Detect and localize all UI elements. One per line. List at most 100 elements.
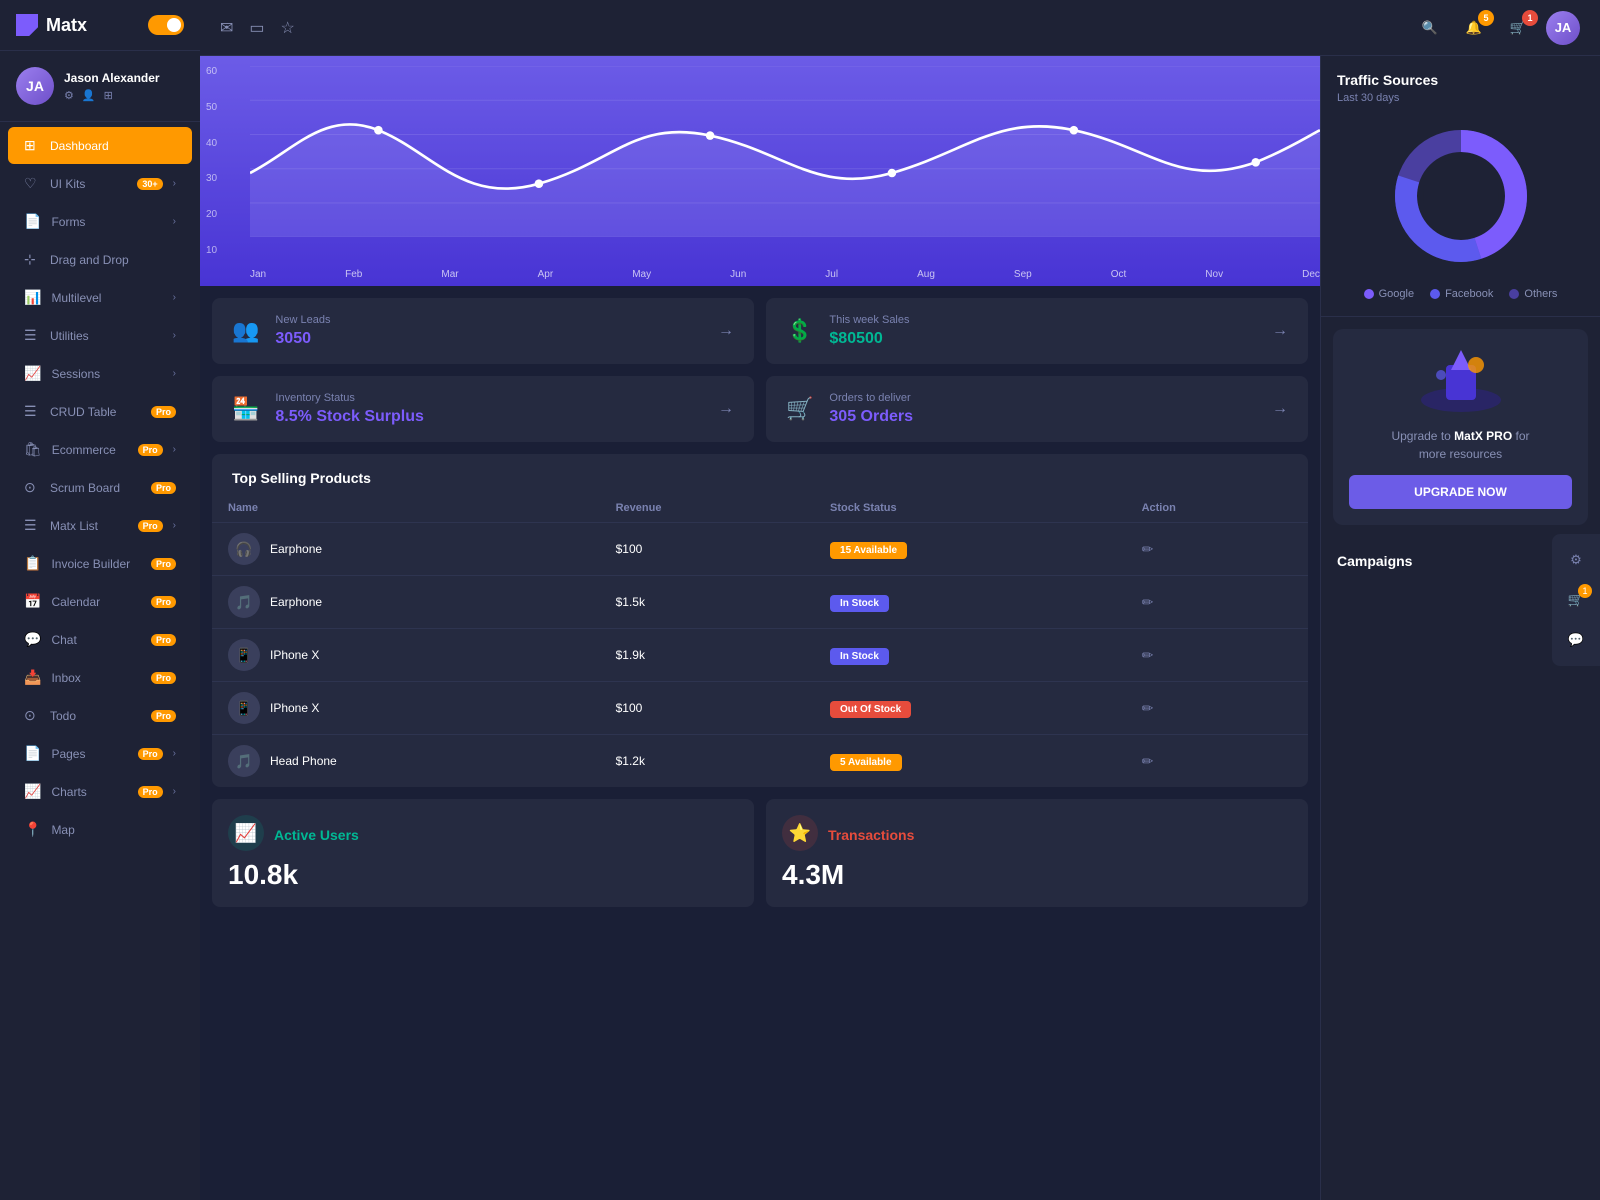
product-avatar: 🎵 bbox=[228, 586, 260, 618]
product-cell-inner: 🎵 Head Phone bbox=[228, 745, 584, 777]
notification-button[interactable]: 🔔 5 bbox=[1458, 12, 1490, 44]
stat-value: 305 Orders bbox=[829, 408, 1256, 426]
sidebar-item-scrumboard[interactable]: ⊙ Scrum Board Pro bbox=[8, 469, 192, 506]
sidebar-item-todo[interactable]: ⊙ Todo Pro bbox=[8, 697, 192, 734]
settings-icon[interactable]: ⚙ bbox=[64, 89, 74, 102]
action-cell[interactable]: ✏ bbox=[1126, 735, 1308, 788]
sidebar-item-sessions[interactable]: 📈 Sessions › bbox=[8, 355, 192, 392]
sidebar-item-invoicebuilder[interactable]: 📋 Invoice Builder Pro bbox=[8, 545, 192, 582]
action-cell[interactable]: ✏ bbox=[1126, 682, 1308, 735]
product-avatar: 📱 bbox=[228, 692, 260, 724]
user-actions: ⚙ 👤 ⊞ bbox=[64, 89, 184, 102]
floating-settings[interactable]: ⚙ bbox=[1560, 544, 1592, 576]
uikits-badge: 30+ bbox=[137, 178, 162, 190]
sidebar-item-inbox[interactable]: 📥 Inbox Pro bbox=[8, 659, 192, 696]
action-cell[interactable]: ✏ bbox=[1126, 629, 1308, 682]
edit-icon[interactable]: ✏ bbox=[1142, 594, 1154, 610]
floating-cart[interactable]: 🛒 1 bbox=[1560, 584, 1592, 616]
sidebar-item-draganddrop[interactable]: ⊹ Drag and Drop bbox=[8, 241, 192, 278]
window-icon[interactable]: ▭ bbox=[249, 18, 264, 38]
chevron-right-icon: › bbox=[173, 330, 176, 341]
star-icon[interactable]: ☆ bbox=[281, 18, 295, 38]
product-cell-inner: 🎧 Earphone bbox=[228, 533, 584, 565]
sidebar-item-uikits[interactable]: ♡ UI Kits 30+ › bbox=[8, 165, 192, 202]
status-badge: In Stock bbox=[830, 595, 889, 612]
cart-badge: 1 bbox=[1522, 10, 1538, 26]
stat-value: $80500 bbox=[829, 330, 1256, 348]
new-leads-card: 👥 New Leads 3050 → bbox=[212, 298, 754, 364]
sidebar-item-crudtable[interactable]: ☰ CRUD Table Pro bbox=[8, 393, 192, 430]
product-cell: 📱 IPhone X bbox=[212, 682, 600, 735]
traffic-legend: Google Facebook Others bbox=[1337, 288, 1584, 300]
sidebar-item-calendar[interactable]: 📅 Calendar Pro bbox=[8, 583, 192, 620]
y-label: 60 bbox=[206, 66, 217, 77]
avatar-initials: JA bbox=[26, 78, 44, 94]
content-area: 60 50 40 30 20 10 bbox=[200, 56, 1600, 1200]
y-label: 10 bbox=[206, 245, 217, 256]
edit-icon[interactable]: ✏ bbox=[1142, 647, 1154, 663]
arrow-icon[interactable]: → bbox=[1272, 322, 1288, 340]
chevron-right-icon: › bbox=[173, 216, 176, 227]
sidebar-item-forms[interactable]: 📄 Forms › bbox=[8, 203, 192, 240]
user-avatar[interactable]: JA bbox=[1546, 11, 1580, 45]
sidebar-item-chat[interactable]: 💬 Chat Pro bbox=[8, 621, 192, 658]
map-icon: 📍 bbox=[24, 821, 41, 838]
edit-icon[interactable]: ✏ bbox=[1142, 541, 1154, 557]
table-row: 📱 IPhone X $100 Out Of Stock ✏ bbox=[212, 682, 1308, 735]
search-button[interactable]: 🔍 bbox=[1414, 12, 1446, 44]
sidebar-item-pages[interactable]: 📄 Pages Pro › bbox=[8, 735, 192, 772]
sidebar-item-utilities[interactable]: ☰ Utilities › bbox=[8, 317, 192, 354]
stat-info: New Leads 3050 bbox=[275, 314, 702, 348]
mail-icon[interactable]: ✉ bbox=[220, 18, 233, 38]
sidebar-item-charts[interactable]: 📈 Charts Pro › bbox=[8, 773, 192, 810]
sessions-icon: 📈 bbox=[24, 365, 41, 382]
sidebar-nav: ⊞ Dashboard ♡ UI Kits 30+ › 📄 Forms › ⊹ … bbox=[0, 122, 200, 853]
arrow-icon[interactable]: → bbox=[718, 400, 734, 418]
cart-button[interactable]: 🛒 1 bbox=[1502, 12, 1534, 44]
chevron-right-icon: › bbox=[173, 178, 176, 189]
table-title: Top Selling Products bbox=[212, 454, 1308, 494]
edit-icon[interactable]: ✏ bbox=[1142, 753, 1154, 769]
table-row: 🎵 Earphone $1.5k In Stock ✏ bbox=[212, 576, 1308, 629]
sales-icon: 💲 bbox=[786, 318, 813, 344]
action-cell[interactable]: ✏ bbox=[1126, 576, 1308, 629]
sidebar-item-map[interactable]: 📍 Map bbox=[8, 811, 192, 848]
user-info: Jason Alexander ⚙ 👤 ⊞ bbox=[64, 71, 184, 102]
matxlist-icon: ☰ bbox=[24, 517, 40, 534]
traffic-sources-section: Traffic Sources Last 30 days bbox=[1321, 56, 1600, 317]
traffic-title: Traffic Sources bbox=[1337, 72, 1584, 88]
transactions-title: Transactions bbox=[828, 827, 914, 843]
arrow-icon[interactable]: → bbox=[1272, 400, 1288, 418]
floating-action-panel: ⚙ 🛒 1 💬 bbox=[1552, 534, 1600, 666]
chart-svg bbox=[250, 66, 1320, 237]
campaigns-header: Campaigns › bbox=[1337, 553, 1584, 573]
product-cell: 📱 IPhone X bbox=[212, 629, 600, 682]
upgrade-button[interactable]: UPGRADE NOW bbox=[1349, 475, 1572, 509]
theme-toggle[interactable] bbox=[148, 15, 184, 35]
sidebar-item-matxlist[interactable]: ☰ Matx List Pro › bbox=[8, 507, 192, 544]
brand-name: Matx bbox=[46, 15, 87, 36]
arrow-icon[interactable]: → bbox=[718, 322, 734, 340]
sidebar-item-multilevel[interactable]: 📊 Multilevel › bbox=[8, 279, 192, 316]
status-badge: 15 Available bbox=[830, 542, 907, 559]
calendar-badge: Pro bbox=[151, 596, 176, 608]
stat-value: 3050 bbox=[275, 330, 702, 348]
floating-chat[interactable]: 💬 bbox=[1560, 624, 1592, 656]
edit-icon[interactable]: ✏ bbox=[1142, 700, 1154, 716]
x-label: Nov bbox=[1205, 269, 1223, 280]
transactions-value: 4.3M bbox=[782, 859, 1292, 891]
table-row: 🎵 Head Phone $1.2k 5 Available ✏ bbox=[212, 735, 1308, 788]
product-name: Earphone bbox=[270, 542, 322, 556]
profile-icon[interactable]: 👤 bbox=[82, 89, 96, 102]
legend-label: Google bbox=[1379, 288, 1414, 300]
legend-google: Google bbox=[1364, 288, 1414, 300]
sidebar-item-ecommerce[interactable]: 🛍 Ecommerce Pro › bbox=[8, 431, 192, 468]
bc-header: ⭐ Transactions bbox=[782, 815, 1292, 859]
sidebar-item-label: Drag and Drop bbox=[50, 253, 176, 267]
stat-label: Inventory Status bbox=[275, 392, 702, 404]
grid-icon[interactable]: ⊞ bbox=[104, 89, 113, 102]
action-cell[interactable]: ✏ bbox=[1126, 523, 1308, 576]
status-cell: 15 Available bbox=[814, 523, 1126, 576]
stat-value: 8.5% Stock Surplus bbox=[275, 408, 702, 426]
sidebar-item-dashboard[interactable]: ⊞ Dashboard bbox=[8, 127, 192, 164]
